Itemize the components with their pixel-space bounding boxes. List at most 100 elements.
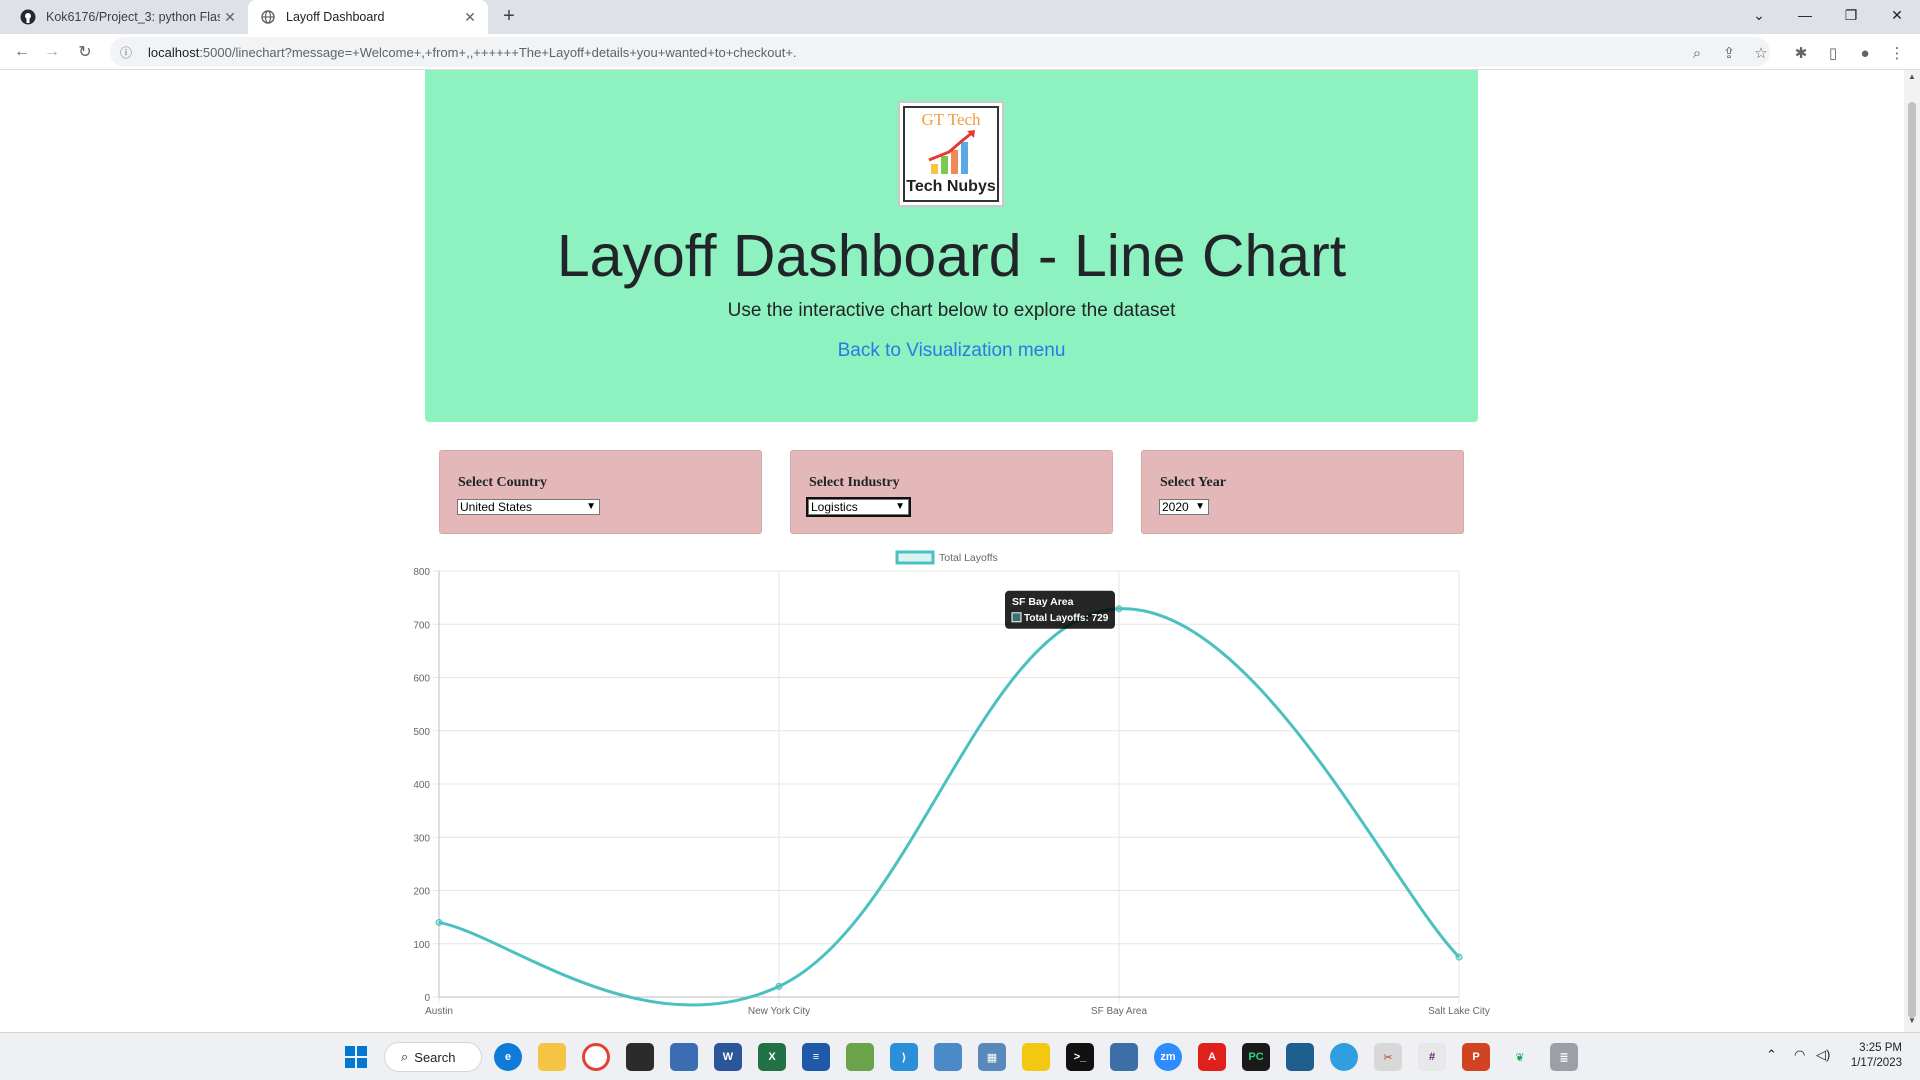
word-icon[interactable]: W: [714, 1043, 742, 1071]
x-tick-label: Salt Lake City: [1428, 1006, 1490, 1017]
layoff-line-chart[interactable]: 0 100 200 300 400 500 600 700 800 Austin New York …: [400, 550, 1500, 1030]
taskbar-search-label: Search: [414, 1049, 456, 1065]
system-clock[interactable]: 3:25 PM 1/17/2023: [1851, 1041, 1902, 1071]
tooltip-title: SF Bay Area: [1012, 596, 1074, 608]
close-icon[interactable]: ✕: [220, 9, 240, 26]
y-tick-label: 200: [413, 887, 430, 898]
wifi-icon[interactable]: ◠: [1794, 1047, 1805, 1063]
edge-icon[interactable]: e: [494, 1043, 522, 1071]
restore-button[interactable]: ❐: [1828, 0, 1874, 30]
mongodb-icon[interactable]: ❦: [1506, 1043, 1534, 1071]
data-point: [435, 918, 443, 926]
y-tick-label: 800: [413, 567, 430, 578]
network-icon[interactable]: [670, 1043, 698, 1071]
menu-kebab-icon[interactable]: ⋮: [1886, 42, 1908, 64]
github-icon: [20, 9, 36, 25]
zoom-app-icon[interactable]: zm: [1154, 1043, 1182, 1071]
page-title: Layoff Dashboard - Line Chart: [556, 223, 1347, 289]
forward-arrow-icon[interactable]: →: [40, 40, 64, 64]
y-tick-label: 600: [413, 674, 430, 685]
excel-icon[interactable]: X: [758, 1043, 786, 1071]
tab-title: Layoff Dashboard: [286, 10, 385, 24]
terminal-icon[interactable]: [626, 1043, 654, 1071]
industry-filter-card: Select Industry Logistics ▼: [790, 450, 1113, 534]
taskbar-search[interactable]: ⌕ Search: [384, 1042, 482, 1072]
remote-desktop-icon[interactable]: [934, 1043, 962, 1071]
x-tick-label: Austin: [425, 1006, 453, 1017]
tools-icon[interactable]: ✂: [1374, 1043, 1402, 1071]
hero-banner: GT Tech Tech Nubys Layoff Dashboard - Li…: [425, 70, 1478, 422]
tab-search-icon[interactable]: ⌄: [1736, 0, 1782, 30]
logo-top-text: GT Tech: [921, 110, 981, 129]
logo: GT Tech Tech Nubys: [898, 101, 1004, 207]
industry-select[interactable]: Logistics ▼: [806, 497, 911, 517]
y-tick-label: 100: [413, 940, 430, 951]
reload-icon[interactable]: ↻: [73, 40, 97, 64]
calculator-icon[interactable]: ▦: [978, 1043, 1006, 1071]
site-info-icon[interactable]: ⓘ: [120, 44, 138, 61]
python-icon[interactable]: [1330, 1043, 1358, 1071]
minimize-button[interactable]: —: [1782, 0, 1828, 30]
year-select-value: 2020: [1162, 500, 1189, 514]
notes-icon[interactable]: ≡: [802, 1043, 830, 1071]
share-icon[interactable]: ⇪: [1718, 42, 1740, 64]
y-tick-label: 500: [413, 727, 430, 738]
tab-github-project[interactable]: Kok6176/Project_3: python Flask ✕: [8, 0, 248, 34]
vscode-icon[interactable]: ⟩: [890, 1043, 918, 1071]
bar-chart-logo-icon: [928, 130, 975, 174]
database-icon[interactable]: ≣: [1550, 1043, 1578, 1071]
back-to-menu-link[interactable]: Back to Visualization menu: [425, 340, 1478, 362]
windows-start-icon[interactable]: [342, 1043, 370, 1071]
chrome-icon[interactable]: [582, 1043, 610, 1071]
dbeaver-icon[interactable]: [1286, 1043, 1314, 1071]
snipping-tool-icon[interactable]: [1110, 1043, 1138, 1071]
pycharm-icon[interactable]: PC: [1242, 1043, 1270, 1071]
tab-title: Kok6176/Project_3: python Flask: [46, 10, 220, 24]
industry-select-value: Logistics: [811, 500, 858, 514]
data-point: [1455, 953, 1463, 961]
sticky-notes-icon[interactable]: [1022, 1043, 1050, 1071]
profile-avatar-icon[interactable]: ●: [1854, 42, 1876, 64]
globe-icon: [260, 9, 276, 25]
logo-bottom-text: Tech Nubys: [906, 178, 996, 195]
side-panel-icon[interactable]: ▯: [1822, 42, 1844, 64]
country-filter-card: Select Country United States ▼: [439, 450, 762, 534]
close-icon[interactable]: ✕: [460, 9, 480, 26]
chevron-down-icon: ▼: [895, 501, 905, 512]
y-tick-label: 300: [413, 833, 430, 844]
data-point: [775, 982, 783, 990]
command-prompt-icon[interactable]: >_: [1066, 1043, 1094, 1071]
clock-time: 3:25 PM: [1859, 1042, 1902, 1054]
notepad-icon[interactable]: [846, 1043, 874, 1071]
close-window-button[interactable]: ✕: [1874, 0, 1920, 30]
year-filter-label: Select Year: [1160, 475, 1226, 490]
new-tab-button[interactable]: +: [498, 6, 520, 28]
acrobat-icon[interactable]: A: [1198, 1043, 1226, 1071]
file-explorer-icon[interactable]: [538, 1043, 566, 1071]
powerpoint-icon[interactable]: P: [1462, 1043, 1490, 1071]
scroll-up-arrow-icon[interactable]: ▲: [1904, 72, 1920, 86]
extensions-puzzle-icon[interactable]: ✱: [1790, 42, 1812, 64]
bookmark-star-icon[interactable]: ☆: [1750, 42, 1772, 64]
y-tick-label: 700: [413, 620, 430, 631]
back-arrow-icon[interactable]: ←: [10, 40, 34, 64]
address-bar[interactable]: ⓘ localhost:5000/linechart?message=+Welc…: [110, 37, 1770, 67]
chevron-up-icon[interactable]: ⌃: [1766, 1047, 1777, 1063]
page-scrollbar[interactable]: ▲ ▼: [1904, 70, 1920, 1032]
country-select-value: United States: [460, 500, 533, 514]
scroll-down-arrow-icon[interactable]: ▼: [1904, 1016, 1920, 1030]
page-subtitle: Use the interactive chart below to explo…: [727, 300, 1176, 321]
volume-icon[interactable]: ◁): [1816, 1047, 1830, 1063]
tab-layoff-dashboard[interactable]: Layoff Dashboard ✕: [248, 0, 488, 34]
scrollbar-thumb[interactable]: [1908, 102, 1916, 1018]
data-point: [1115, 605, 1123, 613]
year-filter-card: Select Year 2020 ▼: [1141, 450, 1464, 534]
url-path: :5000/linechart?message=+Welcome+,+from+…: [199, 44, 797, 60]
slack-icon[interactable]: #: [1418, 1043, 1446, 1071]
clock-date: 1/17/2023: [1850, 1057, 1902, 1069]
zoom-icon[interactable]: ⌕: [1686, 42, 1708, 64]
year-select[interactable]: 2020 ▼: [1159, 499, 1209, 515]
industry-filter-label: Select Industry: [809, 475, 900, 490]
country-select[interactable]: United States ▼: [457, 499, 600, 515]
series-line-total-layoffs: [438, 607, 1461, 1007]
